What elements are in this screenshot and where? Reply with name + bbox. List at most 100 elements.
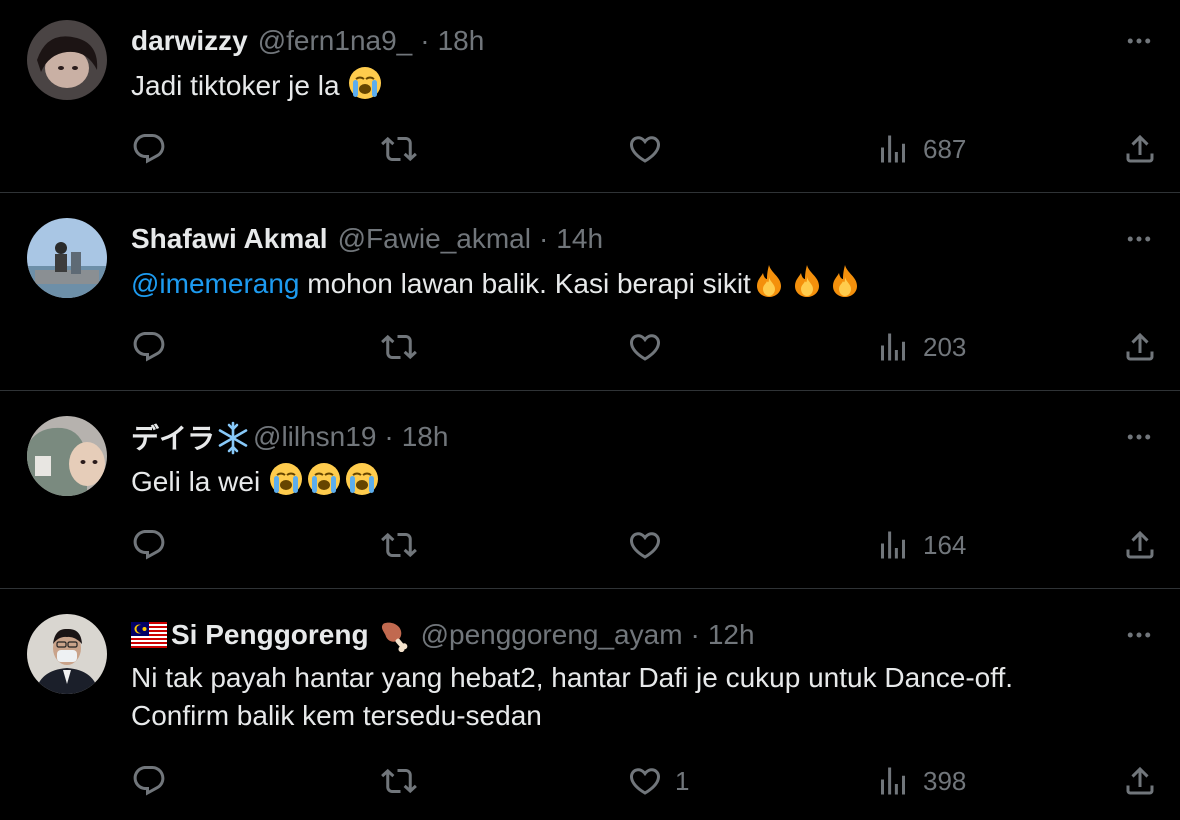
- like-count: 1: [675, 765, 690, 796]
- tweet-text-content: mohon lawan balik. Kasi berapi sikit: [299, 268, 751, 299]
- share-button[interactable]: [1122, 327, 1158, 367]
- views-button[interactable]: 164: [875, 525, 966, 565]
- more-icon: [1124, 422, 1154, 452]
- share-icon: [1122, 763, 1158, 799]
- heart-icon: [627, 329, 663, 365]
- tweet-text-line: Confirm balik kem tersedu-sedan: [131, 700, 542, 731]
- loudly-crying-face-icon: [268, 461, 306, 495]
- share-button[interactable]: [1122, 761, 1158, 801]
- retweet-button[interactable]: [381, 525, 417, 565]
- snowflake-icon: [215, 420, 253, 454]
- more-icon: [1124, 620, 1154, 650]
- avatar[interactable]: [27, 20, 107, 100]
- display-name[interactable]: デイラ: [131, 417, 215, 457]
- view-count: 203: [923, 331, 967, 362]
- like-button[interactable]: 1: [627, 761, 689, 801]
- reply-button[interactable]: [131, 327, 167, 367]
- avatar[interactable]: [27, 218, 107, 298]
- reply-icon: [131, 527, 167, 563]
- reply-icon: [131, 763, 167, 799]
- tweet-text: Jadi tiktoker je la: [131, 65, 1141, 105]
- tweet-header: Si Penggoreng @penggoreng_ayam · 12h: [131, 615, 755, 655]
- heart-icon: [627, 527, 663, 563]
- tweet-text: @imemerang mohon lawan balik. Kasi berap…: [131, 263, 1141, 303]
- heart-icon: [627, 763, 663, 799]
- separator-dot: ·: [384, 421, 394, 452]
- separator-dot: ·: [538, 223, 549, 254]
- bar-chart-icon: [875, 131, 911, 167]
- more-options-button[interactable]: [1124, 224, 1154, 254]
- share-button[interactable]: [1122, 129, 1158, 169]
- reply-icon: [131, 131, 167, 167]
- tweet-header: Shafawi Akmal @Fawie_akmal · 14h: [131, 219, 603, 259]
- bar-chart-icon: [875, 527, 911, 563]
- reply-button[interactable]: [131, 761, 167, 801]
- tweet[interactable]: darwizzy @fern1na9_ · 18h Jadi tiktoker …: [0, 0, 1180, 193]
- bar-chart-icon: [875, 763, 911, 799]
- avatar-image: [27, 416, 107, 496]
- retweet-button[interactable]: [381, 327, 417, 367]
- fire-icon: [789, 263, 827, 297]
- retweet-icon: [381, 763, 417, 799]
- share-icon: [1122, 527, 1158, 563]
- loudly-crying-face-icon: [344, 461, 382, 495]
- display-name[interactable]: darwizzy: [131, 25, 248, 57]
- user-handle[interactable]: @Fawie_akmal: [338, 223, 531, 255]
- retweet-button[interactable]: [381, 129, 417, 169]
- like-button[interactable]: [627, 327, 675, 367]
- reply-button[interactable]: [131, 129, 167, 169]
- tweet-actions: 687: [0, 129, 1180, 169]
- more-options-button[interactable]: [1124, 26, 1154, 56]
- tweet[interactable]: デイラ @lilhsn19 · 18h Geli la wei 164: [0, 391, 1180, 589]
- timestamp[interactable]: 14h: [556, 223, 603, 255]
- timestamp[interactable]: 18h: [438, 25, 485, 57]
- like-button[interactable]: [627, 525, 675, 565]
- views-button[interactable]: 687: [875, 129, 966, 169]
- more-options-button[interactable]: [1124, 620, 1154, 650]
- tweet-actions: 164: [0, 525, 1180, 565]
- user-handle[interactable]: @lilhsn19: [253, 421, 376, 453]
- reply-icon: [131, 329, 167, 365]
- avatar-image: [27, 614, 107, 694]
- avatar[interactable]: [27, 614, 107, 694]
- retweet-icon: [381, 527, 417, 563]
- share-icon: [1122, 131, 1158, 167]
- separator-dot: ·: [690, 619, 700, 650]
- reply-button[interactable]: [131, 525, 167, 565]
- avatar-image: [27, 218, 107, 298]
- tweet-header: デイラ @lilhsn19 · 18h: [131, 417, 448, 457]
- mention-link[interactable]: @imemerang: [131, 268, 299, 299]
- views-button[interactable]: 203: [875, 327, 966, 367]
- more-icon: [1124, 224, 1154, 254]
- views-button[interactable]: 398: [875, 761, 966, 801]
- retweet-button[interactable]: [381, 761, 417, 801]
- display-name[interactable]: Si Penggoreng: [171, 619, 369, 651]
- tweet[interactable]: Shafawi Akmal @Fawie_akmal · 14h @imemer…: [0, 193, 1180, 391]
- tweet[interactable]: Si Penggoreng @penggoreng_ayam · 12h Ni …: [0, 589, 1180, 820]
- timestamp[interactable]: 18h: [402, 421, 449, 453]
- tweet-actions: 203: [0, 327, 1180, 367]
- tweet-text-content: Geli la wei: [131, 466, 268, 497]
- avatar[interactable]: [27, 416, 107, 496]
- more-icon: [1124, 26, 1154, 56]
- display-name[interactable]: Shafawi Akmal: [131, 223, 328, 255]
- poultry-leg-icon: [375, 618, 411, 653]
- retweet-icon: [381, 329, 417, 365]
- share-button[interactable]: [1122, 525, 1158, 565]
- fire-icon: [751, 263, 789, 297]
- retweet-icon: [381, 131, 417, 167]
- user-handle[interactable]: @penggoreng_ayam: [421, 619, 683, 651]
- timestamp[interactable]: 12h: [708, 619, 755, 651]
- avatar-image: [27, 20, 107, 100]
- view-count: 398: [923, 765, 967, 796]
- like-button[interactable]: [627, 129, 675, 169]
- share-icon: [1122, 329, 1158, 365]
- heart-icon: [627, 131, 663, 167]
- more-options-button[interactable]: [1124, 422, 1154, 452]
- tweet-text: Ni tak payah hantar yang hebat2, hantar …: [131, 659, 1141, 735]
- bar-chart-icon: [875, 329, 911, 365]
- loudly-crying-face-icon: [306, 461, 344, 495]
- tweet-text: Geli la wei: [131, 461, 1141, 501]
- fire-icon: [827, 263, 865, 297]
- user-handle[interactable]: @fern1na9_: [258, 25, 413, 57]
